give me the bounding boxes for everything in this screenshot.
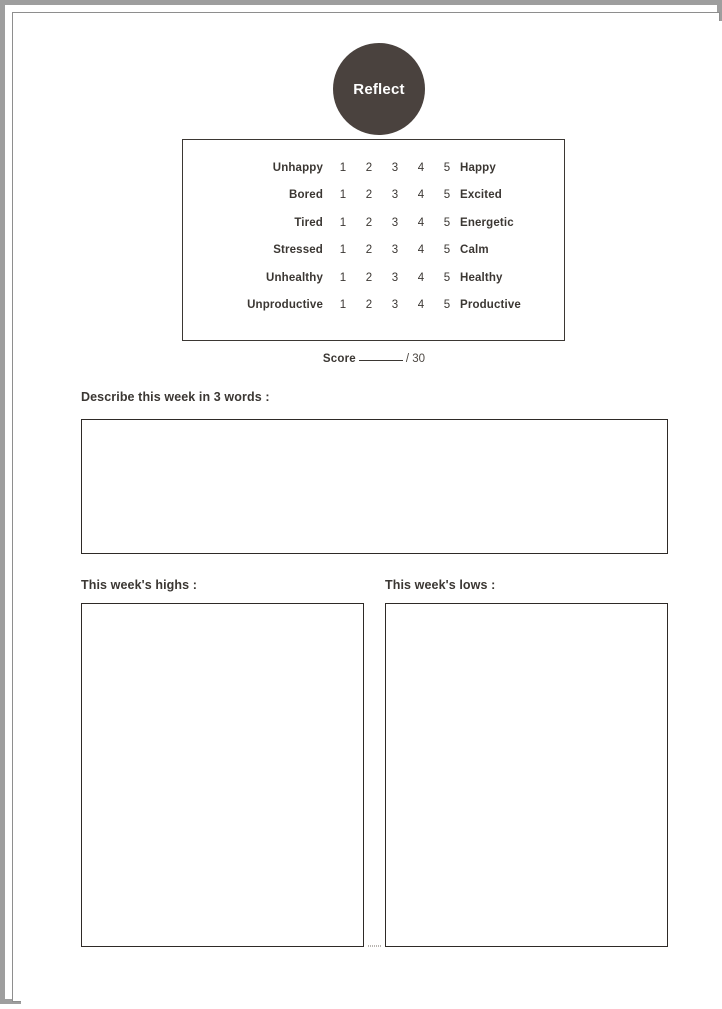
rating-option-5[interactable]: 5 bbox=[434, 154, 460, 182]
weekly-highs-caption: This week's highs : bbox=[81, 578, 198, 592]
describe-week-input[interactable] bbox=[81, 419, 668, 554]
rating-option-2[interactable]: 2 bbox=[356, 264, 382, 292]
rating-spacer bbox=[323, 292, 330, 320]
table-row: Unhealthy 1 2 3 4 5 Healthy bbox=[183, 264, 566, 292]
page-frame: Reflect Unhappy 1 2 3 4 5 Happy Bored 1 … bbox=[0, 0, 722, 1009]
rating-positive-label: Productive bbox=[460, 299, 521, 312]
rating-option-1[interactable]: 1 bbox=[330, 292, 356, 320]
table-row: Unhappy 1 2 3 4 5 Happy bbox=[183, 154, 566, 182]
rating-negative-label: Stressed bbox=[273, 244, 323, 257]
score-input[interactable] bbox=[358, 360, 403, 361]
rating-positive-label: Excited bbox=[460, 189, 502, 202]
rating-option-5[interactable]: 5 bbox=[434, 292, 460, 320]
rating-option-5[interactable]: 5 bbox=[434, 264, 460, 292]
table-row: Tired 1 2 3 4 5 Energetic bbox=[183, 209, 566, 237]
weekly-lows-input[interactable] bbox=[385, 603, 668, 947]
rating-option-2[interactable]: 2 bbox=[356, 209, 382, 237]
rating-spacer bbox=[323, 209, 330, 237]
rating-option-4[interactable]: 4 bbox=[408, 154, 434, 182]
table-row: Stressed 1 2 3 4 5 Calm bbox=[183, 237, 566, 265]
rating-negative-label: Unhealthy bbox=[266, 271, 323, 284]
mood-rating-rows: Unhappy 1 2 3 4 5 Happy Bored 1 2 3 4 5 … bbox=[183, 154, 566, 319]
score-label: Score bbox=[322, 353, 356, 365]
rating-option-3[interactable]: 3 bbox=[382, 237, 408, 265]
rating-spacer bbox=[323, 264, 330, 292]
mood-rating-table-box: Unhappy 1 2 3 4 5 Happy Bored 1 2 3 4 5 … bbox=[182, 139, 565, 341]
reflect-title-label: Reflect bbox=[353, 80, 405, 98]
rating-positive-label: Calm bbox=[460, 244, 489, 257]
rating-option-4[interactable]: 4 bbox=[408, 264, 434, 292]
rating-option-3[interactable]: 3 bbox=[382, 264, 408, 292]
rating-option-5[interactable]: 5 bbox=[434, 237, 460, 265]
rating-spacer bbox=[323, 237, 330, 265]
rating-option-2[interactable]: 2 bbox=[356, 292, 382, 320]
print-artifact-speck bbox=[368, 945, 382, 947]
rating-spacer bbox=[323, 182, 330, 210]
rating-negative-label: Bored bbox=[289, 189, 323, 202]
rating-option-1[interactable]: 1 bbox=[330, 209, 356, 237]
rating-option-5[interactable]: 5 bbox=[434, 182, 460, 210]
rating-option-4[interactable]: 4 bbox=[408, 209, 434, 237]
rating-positive-label: Happy bbox=[460, 161, 496, 174]
rating-option-1[interactable]: 1 bbox=[330, 264, 356, 292]
rating-option-1[interactable]: 1 bbox=[330, 154, 356, 182]
rating-option-2[interactable]: 2 bbox=[356, 182, 382, 210]
rating-negative-label: Unproductive bbox=[247, 299, 323, 312]
rating-option-2[interactable]: 2 bbox=[356, 237, 382, 265]
rating-option-1[interactable]: 1 bbox=[330, 237, 356, 265]
rating-option-3[interactable]: 3 bbox=[382, 209, 408, 237]
rating-option-3[interactable]: 3 bbox=[382, 154, 408, 182]
rating-option-4[interactable]: 4 bbox=[408, 292, 434, 320]
rating-option-3[interactable]: 3 bbox=[382, 292, 408, 320]
score-total-label: / 30 bbox=[405, 353, 426, 365]
rating-spacer bbox=[323, 154, 330, 182]
rating-option-5[interactable]: 5 bbox=[434, 209, 460, 237]
rating-option-1[interactable]: 1 bbox=[330, 182, 356, 210]
weekly-lows-caption: This week's lows : bbox=[385, 578, 496, 592]
weekly-highs-input[interactable] bbox=[81, 603, 364, 947]
rating-option-2[interactable]: 2 bbox=[356, 154, 382, 182]
worksheet-sheet: Reflect Unhappy 1 2 3 4 5 Happy Bored 1 … bbox=[21, 21, 722, 1009]
table-row: Bored 1 2 3 4 5 Excited bbox=[183, 182, 566, 210]
rating-negative-label: Tired bbox=[294, 216, 323, 229]
rating-positive-label: Energetic bbox=[460, 216, 514, 229]
table-row: Unproductive 1 2 3 4 5 Productive bbox=[183, 292, 566, 320]
rating-positive-label: Healthy bbox=[460, 271, 503, 284]
page-inner-border: Reflect Unhappy 1 2 3 4 5 Happy Bored 1 … bbox=[12, 12, 722, 1009]
rating-negative-label: Unhappy bbox=[272, 161, 323, 174]
rating-option-4[interactable]: 4 bbox=[408, 182, 434, 210]
rating-option-4[interactable]: 4 bbox=[408, 237, 434, 265]
describe-week-caption: Describe this week in 3 words : bbox=[81, 390, 270, 404]
score-line: Score / 30 bbox=[21, 353, 722, 365]
reflect-title-badge: Reflect bbox=[333, 43, 425, 135]
mood-rating-table: Unhappy 1 2 3 4 5 Happy Bored 1 2 3 4 5 … bbox=[183, 154, 566, 319]
rating-option-3[interactable]: 3 bbox=[382, 182, 408, 210]
